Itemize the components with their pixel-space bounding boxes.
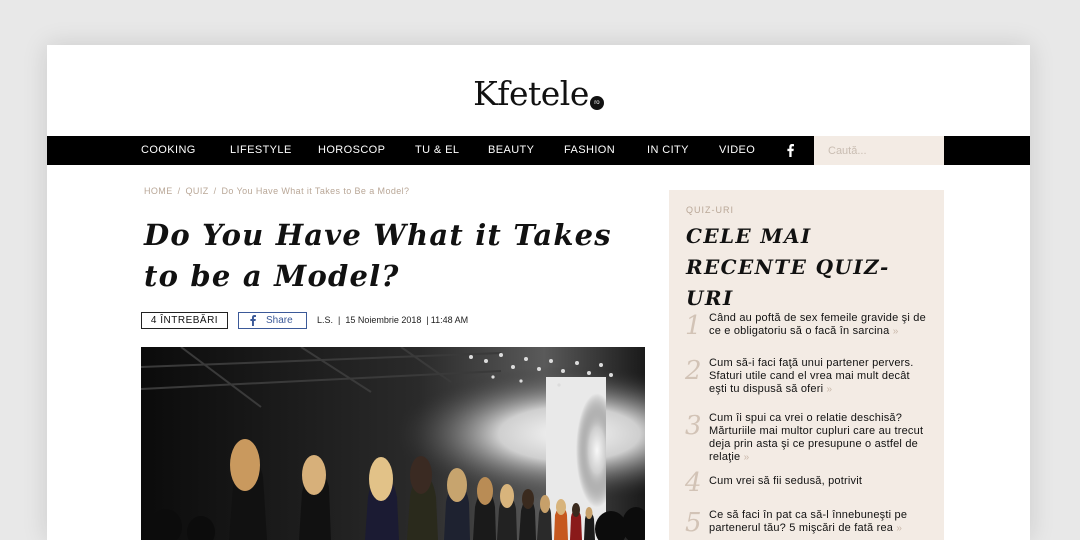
page-canvas: Kfetele ro COOKING LIFESTYLE HOROSCOP TU … (47, 45, 1030, 540)
main-nav: COOKING LIFESTYLE HOROSCOP TU & EL BEAUT… (47, 136, 1030, 165)
nav-item-tu-el[interactable]: TU & EL (415, 136, 459, 165)
nav-item-horoscop[interactable]: HOROSCOP (318, 136, 385, 165)
chevron-right-icon: » (896, 523, 903, 534)
runway-photo (141, 347, 645, 540)
quiz-title: Cum să-i faci faţă unui partener pervers… (709, 357, 914, 395)
nav-item-in-city[interactable]: IN CITY (647, 136, 689, 165)
search-input[interactable] (814, 136, 944, 165)
logo-badge: ro (589, 96, 604, 110)
facebook-icon[interactable] (783, 136, 797, 165)
nav-item-fashion[interactable]: FASHION (564, 136, 615, 165)
author: L.S. (317, 315, 334, 325)
sidebar-recent-quizzes: QUIZ-URI CELE MAI RECENTE QUIZ-URI 1 Cân… (669, 190, 944, 540)
quiz-number: 1 (685, 311, 702, 341)
facebook-icon (250, 315, 258, 327)
chevron-right-icon: » (743, 452, 750, 463)
breadcrumb-home[interactable]: HOME (144, 186, 173, 196)
byline: L.S. | 15 Noiembrie 2018 | 11:48 AM (317, 315, 469, 325)
quiz-number: 3 (685, 411, 702, 441)
quiz-title: Ce să faci în pat ca să-l înnebuneşti pe… (709, 509, 908, 534)
breadcrumb-quiz[interactable]: QUIZ (186, 186, 209, 196)
facebook-share-button[interactable]: Share (238, 312, 307, 329)
quiz-title: Cum îi spui ca vrei o relatie deschisă? … (709, 412, 924, 463)
sidebar-title: CELE MAI RECENTE QUIZ-URI (686, 224, 890, 310)
article-title: Do You Have What it Takes to be a Model? (144, 218, 612, 293)
nav-item-video[interactable]: VIDEO (719, 136, 755, 165)
chevron-right-icon: » (826, 384, 833, 395)
nav-item-beauty[interactable]: BEAUTY (488, 136, 534, 165)
quiz-number: 5 (685, 508, 702, 538)
share-label: Share (266, 315, 293, 326)
breadcrumb: HOME / QUIZ / Do You Have What it Takes to B… (144, 186, 410, 196)
quiz-number: 2 (685, 356, 702, 386)
quiz-number: 4 (685, 468, 702, 498)
site-logo[interactable]: Kfetele ro (47, 77, 1030, 111)
publish-time: 11:48 AM (430, 315, 469, 325)
publish-date: 15 Noiembrie 2018 (345, 315, 422, 325)
sidebar-kicker: QUIZ-URI (686, 205, 734, 215)
breadcrumb-current: Do You Have What it Takes to Be a Model? (221, 186, 410, 196)
article-meta: 4 ÎNTREBĂRI Share L.S. | 15 Noiembrie 2018… (141, 312, 661, 330)
nav-item-lifestyle[interactable]: LIFESTYLE (230, 136, 292, 165)
logo-text: Kfetele (473, 74, 589, 113)
quiz-title: Cum vrei să fii sedusă, potrivit (709, 475, 863, 487)
chevron-right-icon: » (892, 326, 899, 337)
hero-image (141, 347, 645, 540)
nav-item-cooking[interactable]: COOKING (141, 136, 196, 165)
questions-badge: 4 ÎNTREBĂRI (141, 312, 228, 329)
